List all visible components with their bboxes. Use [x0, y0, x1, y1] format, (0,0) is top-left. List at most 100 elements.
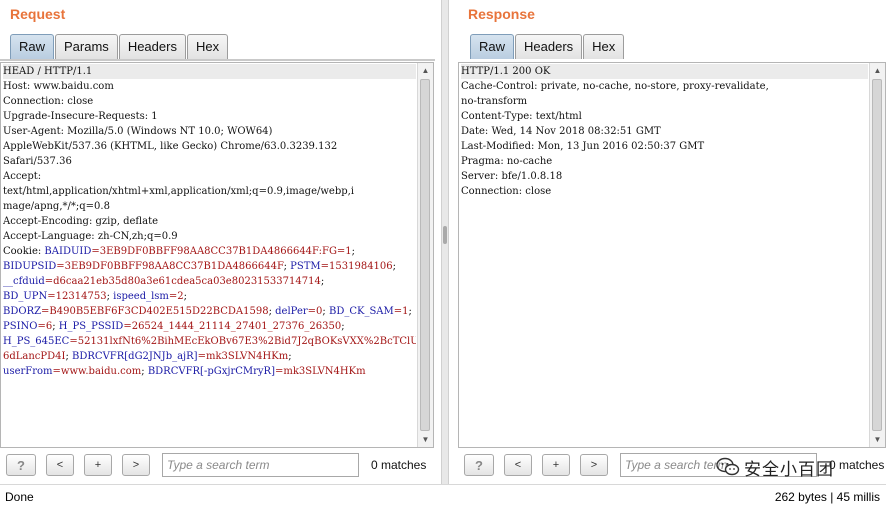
- response-tab-raw[interactable]: Raw: [470, 34, 515, 59]
- scroll-thumb[interactable]: [420, 79, 430, 431]
- cookie-key: BAIDUID: [44, 246, 92, 257]
- code-line: BD_UPN=12314753; ispeed_lsm=2;: [3, 289, 416, 304]
- code-text: ;: [288, 351, 292, 362]
- cookie-value: =3EB9DF0BBFF98AA8CC37B1DA4866644F:FG=1: [91, 246, 352, 257]
- response-tab-headers[interactable]: Headers: [515, 34, 583, 59]
- code-text: Upgrade-Insecure-Requests: 1: [3, 111, 158, 122]
- code-line: Content-Type: text/html: [461, 109, 868, 124]
- code-text: ;: [341, 321, 345, 332]
- code-text: Cookie:: [3, 246, 45, 257]
- code-text: Cache-Control: private, no-cache, no-sto…: [461, 81, 769, 92]
- response-scrollbar[interactable]: ▲ ▼: [869, 63, 885, 447]
- code-text: Accept-Encoding: gzip, deflate: [3, 216, 159, 227]
- code-line: Upgrade-Insecure-Requests: 1: [3, 109, 416, 124]
- splitter-grip-icon[interactable]: [443, 226, 447, 244]
- code-line: Server: bfe/1.0.8.18: [461, 169, 868, 184]
- code-text: ;: [408, 306, 412, 317]
- cookie-key: H_PS_645EC: [3, 336, 70, 347]
- request-raw-text[interactable]: HEAD / HTTP/1.1 Host: www.baidu.com Connec…: [3, 64, 416, 447]
- wechat-icon: [716, 457, 740, 476]
- code-text: Content-Type: text/html: [461, 111, 582, 122]
- help-button[interactable]: ?: [6, 454, 36, 476]
- cookie-value: =52131lxfNt6%2BihMEcEkOBv67E3%2Bid7J2qBO…: [69, 336, 416, 347]
- previous-match-button[interactable]: <: [46, 454, 74, 476]
- code-text: Accept-Language: zh-CN,zh;q=0.9: [3, 231, 178, 242]
- request-editor[interactable]: HEAD / HTTP/1.1 Host: www.baidu.com Connec…: [0, 62, 434, 448]
- code-line: Connection: close: [3, 94, 416, 109]
- code-line: Cache-Control: private, no-cache, no-sto…: [461, 79, 868, 94]
- code-line: BDORZ=B490B5EBF6F3CD402E515D22BCDA1598; …: [3, 304, 416, 319]
- request-title: Request: [10, 6, 66, 22]
- cookie-key: H_PS_PSSID: [58, 321, 124, 332]
- code-text: Last-Modified: Mon, 13 Jun 2016 02:50:37…: [461, 141, 705, 152]
- response-match-count: 0 matches: [829, 458, 885, 472]
- cookie-value: =www.baidu.com: [52, 366, 142, 377]
- help-button[interactable]: ?: [464, 454, 494, 476]
- code-text: User-Agent: Mozilla/5.0 (Windows NT 10.0…: [3, 126, 273, 137]
- cookie-key: delPer: [275, 306, 308, 317]
- cookie-key: userFrom: [3, 366, 53, 377]
- cookie-value: =d6caa21eb35d80a3e61cdea5ca03e8023153371…: [44, 276, 321, 287]
- scroll-thumb[interactable]: [872, 79, 882, 431]
- cookie-key: BDORZ: [3, 306, 42, 317]
- code-line: Host: www.baidu.com: [3, 79, 416, 94]
- scroll-down-icon[interactable]: ▼: [418, 432, 433, 447]
- code-line: Safari/537.36: [3, 154, 416, 169]
- code-text: no-transform: [461, 96, 528, 107]
- code-text: ;: [351, 246, 356, 257]
- request-scrollbar[interactable]: ▲ ▼: [417, 63, 433, 447]
- request-search-input[interactable]: [162, 453, 359, 477]
- code-line: HTTP/1.1 200 OK: [461, 64, 868, 79]
- code-line: AppleWebKit/537.36 (KHTML, like Gecko) C…: [3, 139, 416, 154]
- next-match-button[interactable]: >: [122, 454, 150, 476]
- request-tab-headers[interactable]: Headers: [118, 34, 186, 59]
- response-stats: 262 bytes | 45 millis: [774, 490, 880, 504]
- cookie-value: =3EB9DF0BBFF98AA8CC37B1DA4866644F: [56, 261, 284, 272]
- code-line: HEAD / HTTP/1.1: [3, 64, 416, 79]
- request-match-count: 0 matches: [371, 458, 427, 472]
- response-tab-hex[interactable]: Hex: [583, 34, 625, 59]
- cookie-value: =12314753: [47, 291, 107, 302]
- scroll-up-icon[interactable]: ▲: [870, 63, 885, 78]
- code-line: no-transform: [461, 94, 868, 109]
- scroll-down-icon[interactable]: ▼: [870, 432, 885, 447]
- scroll-up-icon[interactable]: ▲: [418, 63, 433, 78]
- cookie-key: BD_UPN: [3, 291, 48, 302]
- code-line: __cfduid=d6caa21eb35d80a3e61cdea5ca03e80…: [3, 274, 416, 289]
- code-line: Last-Modified: Mon, 13 Jun 2016 02:50:37…: [461, 139, 868, 154]
- code-text: text/html,application/xhtml+xml,applicat…: [3, 186, 355, 197]
- code-text: Host: www.baidu.com: [3, 81, 114, 92]
- cookie-key: BIDUPSID: [3, 261, 57, 272]
- cookie-value: =6: [37, 321, 53, 332]
- pane-splitter[interactable]: [441, 0, 449, 484]
- add-button[interactable]: +: [542, 454, 570, 476]
- request-tab-params[interactable]: Params: [55, 34, 118, 59]
- code-line: H_PS_645EC=52131lxfNt6%2BihMEcEkOBv67E3%…: [3, 334, 416, 349]
- code-text: Server: bfe/1.0.8.18: [461, 171, 563, 182]
- cookie-key: ispeed_lsm: [113, 291, 169, 302]
- response-editor[interactable]: HTTP/1.1 200 OK Cache-Control: private, n…: [458, 62, 886, 448]
- cookie-key: PSTM: [290, 261, 321, 272]
- request-tab-raw[interactable]: Raw: [10, 34, 55, 59]
- request-tab-hex[interactable]: Hex: [186, 34, 229, 59]
- code-line: userFrom=www.baidu.com; BDRCVFR[-pGxjrCM…: [3, 364, 416, 379]
- cookie-value: =2: [168, 291, 184, 302]
- code-line: BIDUPSID=3EB9DF0BBFF98AA8CC37B1DA4866644…: [3, 259, 416, 274]
- code-line: User-Agent: Mozilla/5.0 (Windows NT 10.0…: [3, 124, 416, 139]
- previous-match-button[interactable]: <: [504, 454, 532, 476]
- cookie-value: =mk3SLVN4HKm: [197, 351, 289, 362]
- code-text: Connection: close: [461, 186, 552, 197]
- cookie-value: =26524_1444_21114_27401_27376_26350: [123, 321, 342, 332]
- next-match-button[interactable]: >: [580, 454, 608, 476]
- add-button[interactable]: +: [84, 454, 112, 476]
- response-raw-text[interactable]: HTTP/1.1 200 OK Cache-Control: private, n…: [461, 64, 868, 447]
- cookie-key: BD_CK_SAM: [328, 306, 394, 317]
- code-text: Pragma: no-cache: [461, 156, 553, 167]
- request-tabs: Raw Params Headers Hex: [10, 33, 229, 59]
- code-line: Connection: close: [461, 184, 868, 199]
- cookie-value: =mk3SLVN4HKm: [275, 366, 366, 377]
- code-text: ;: [183, 291, 188, 302]
- code-text: HTTP/1.1 200 OK: [461, 66, 551, 77]
- code-line: Pragma: no-cache: [461, 154, 868, 169]
- code-line: Accept-Language: zh-CN,zh;q=0.9: [3, 229, 416, 244]
